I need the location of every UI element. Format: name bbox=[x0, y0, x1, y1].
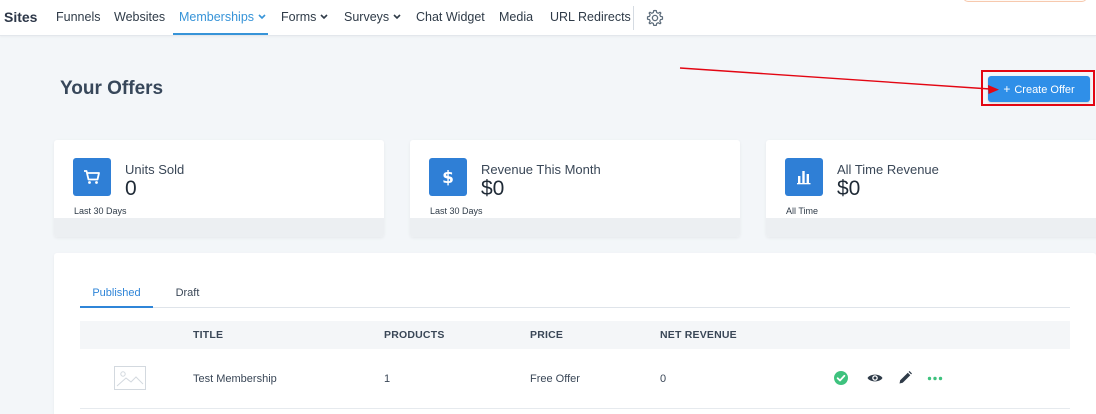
tab-draft[interactable]: Draft bbox=[165, 277, 210, 308]
chevron-down-icon bbox=[393, 14, 401, 20]
offers-tabs: Published Draft bbox=[80, 277, 1070, 308]
create-offer-button[interactable]: + Create Offer bbox=[988, 76, 1090, 102]
stat-label: All Time Revenue bbox=[837, 162, 939, 177]
card-footer bbox=[410, 218, 740, 237]
stat-period: Last 30 Days bbox=[430, 206, 483, 216]
chevron-down-icon bbox=[320, 14, 328, 20]
plus-icon: + bbox=[1003, 82, 1011, 96]
stat-period: Last 30 Days bbox=[74, 206, 127, 216]
bar-chart-icon bbox=[797, 171, 811, 185]
stat-icon-tile: $ bbox=[429, 158, 467, 196]
nav-forms-label: Forms bbox=[281, 10, 317, 24]
nav-divider bbox=[633, 6, 634, 30]
stat-value: 0 bbox=[125, 177, 137, 200]
cart-icon bbox=[84, 170, 100, 184]
offer-price: Free Offer bbox=[530, 373, 580, 385]
check-circle-icon[interactable] bbox=[832, 369, 850, 387]
table-row[interactable]: Test Membership 1 Free Offer 0 bbox=[80, 349, 1070, 409]
more-options-icon[interactable] bbox=[926, 369, 944, 387]
stat-icon-tile bbox=[785, 158, 823, 196]
column-products[interactable]: PRODUCTS bbox=[384, 321, 445, 349]
stat-value: $0 bbox=[837, 177, 861, 200]
eye-icon[interactable] bbox=[866, 369, 884, 387]
nav-funnels[interactable]: Funnels bbox=[56, 0, 100, 35]
pencil-icon[interactable] bbox=[896, 369, 914, 387]
nav-surveys-label: Surveys bbox=[344, 10, 390, 24]
nav-forms[interactable]: Forms bbox=[281, 0, 328, 35]
top-navigation: Sites Funnels Websites Memberships Forms… bbox=[0, 0, 1096, 36]
stat-card-units-sold: Units Sold 0 Last 30 Days bbox=[54, 140, 384, 237]
offers-table-header: TITLE PRODUCTS PRICE NET REVENUE bbox=[80, 321, 1070, 349]
dollar-icon: $ bbox=[442, 168, 454, 187]
stat-card-revenue-this-month: $ Revenue This Month $0 Last 30 Days bbox=[410, 140, 740, 237]
nav-websites[interactable]: Websites bbox=[114, 0, 165, 35]
stat-period: All Time bbox=[786, 206, 819, 216]
create-offer-label: Create Offer bbox=[1014, 84, 1075, 96]
nav-media[interactable]: Media bbox=[499, 0, 533, 35]
nav-chat-widget[interactable]: Chat Widget bbox=[416, 0, 485, 35]
image-placeholder-icon bbox=[114, 366, 146, 390]
svg-text:$: $ bbox=[442, 168, 454, 187]
nav-url-redirects[interactable]: URL Redirects bbox=[550, 0, 631, 35]
chevron-down-icon bbox=[258, 14, 266, 20]
offer-net-revenue: 0 bbox=[660, 373, 667, 385]
offers-panel: Published Draft TITLE PRODUCTS PRICE NET… bbox=[54, 253, 1096, 414]
stat-label: Units Sold bbox=[125, 162, 185, 177]
stat-value: $0 bbox=[481, 177, 505, 200]
nav-surveys[interactable]: Surveys bbox=[344, 0, 401, 35]
column-net-revenue[interactable]: NET REVENUE bbox=[660, 321, 737, 349]
nav-memberships[interactable]: Memberships bbox=[173, 0, 268, 35]
page-title: Your Offers bbox=[60, 78, 164, 99]
stat-icon-tile bbox=[73, 158, 111, 196]
column-title[interactable]: TITLE bbox=[193, 321, 223, 349]
gear-icon[interactable] bbox=[645, 8, 665, 28]
offer-title[interactable]: Test Membership bbox=[193, 349, 277, 409]
column-price[interactable]: PRICE bbox=[530, 321, 563, 349]
tab-published[interactable]: Published bbox=[80, 277, 153, 308]
card-footer bbox=[54, 218, 384, 237]
stat-label: Revenue This Month bbox=[481, 162, 601, 177]
offer-products: 1 bbox=[384, 373, 391, 385]
header-button-edge bbox=[963, 0, 1087, 2]
nav-memberships-label: Memberships bbox=[179, 10, 255, 24]
card-footer bbox=[766, 218, 1096, 237]
app-brand: Sites bbox=[4, 9, 38, 25]
stat-card-all-time-revenue: All Time Revenue $0 All Time bbox=[766, 140, 1096, 237]
